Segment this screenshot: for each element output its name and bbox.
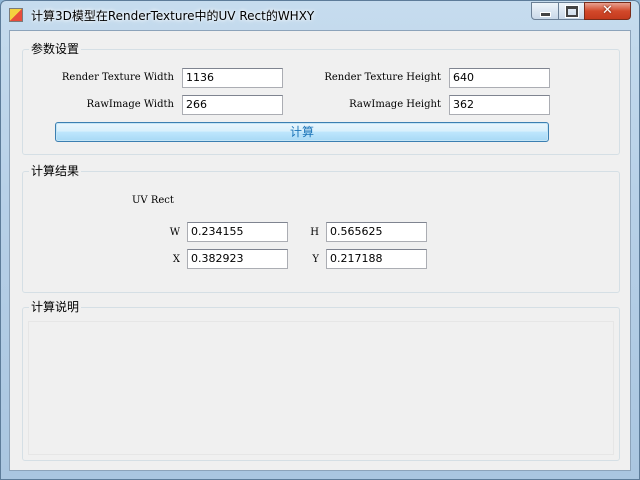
raw-height-label: RawImage Height [349, 99, 441, 110]
y-label: Y [312, 254, 319, 265]
h-label: H [310, 227, 319, 238]
app-window: 计算3D模型在RenderTexture中的UV Rect的WHXY ✕ 参数设… [0, 0, 640, 480]
h-output[interactable]: 0.565625 [326, 222, 427, 242]
app-icon[interactable] [9, 8, 23, 22]
form-client-area: 参数设置 Render Texture Width 1136 Render Te… [9, 30, 631, 471]
close-button[interactable]: ✕ [584, 2, 631, 20]
raw-height-input[interactable]: 362 [449, 95, 550, 115]
maximize-icon [565, 5, 578, 17]
w-label: W [169, 227, 180, 238]
rt-width-label: Render Texture Width [61, 72, 174, 83]
calculate-button[interactable]: 计算 [55, 122, 549, 142]
y-output[interactable]: 0.217188 [326, 249, 427, 269]
rt-height-label: Render Texture Height [324, 72, 441, 83]
title-bar[interactable]: 计算3D模型在RenderTexture中的UV Rect的WHXY ✕ [1, 1, 639, 29]
window-title: 计算3D模型在RenderTexture中的UV Rect的WHXY [31, 9, 315, 23]
raw-width-input[interactable]: 266 [182, 95, 283, 115]
close-icon: ✕ [602, 3, 613, 18]
notes-legend: 计算说明 [29, 299, 82, 315]
results-group: 计算结果 [22, 163, 620, 293]
uv-rect-label: UV Rect [132, 195, 174, 206]
x-label: X [172, 254, 180, 265]
x-output[interactable]: 0.382923 [187, 249, 288, 269]
minimize-button[interactable] [531, 2, 559, 20]
results-legend: 计算结果 [29, 163, 82, 179]
minimize-icon [539, 11, 551, 17]
rt-height-input[interactable]: 640 [449, 68, 550, 88]
params-legend: 参数设置 [29, 41, 82, 57]
rt-width-input[interactable]: 1136 [182, 68, 283, 88]
notes-textarea[interactable] [28, 321, 614, 455]
w-output[interactable]: 0.234155 [187, 222, 288, 242]
maximize-button[interactable] [558, 2, 585, 20]
raw-width-label: RawImage Width [86, 99, 174, 110]
